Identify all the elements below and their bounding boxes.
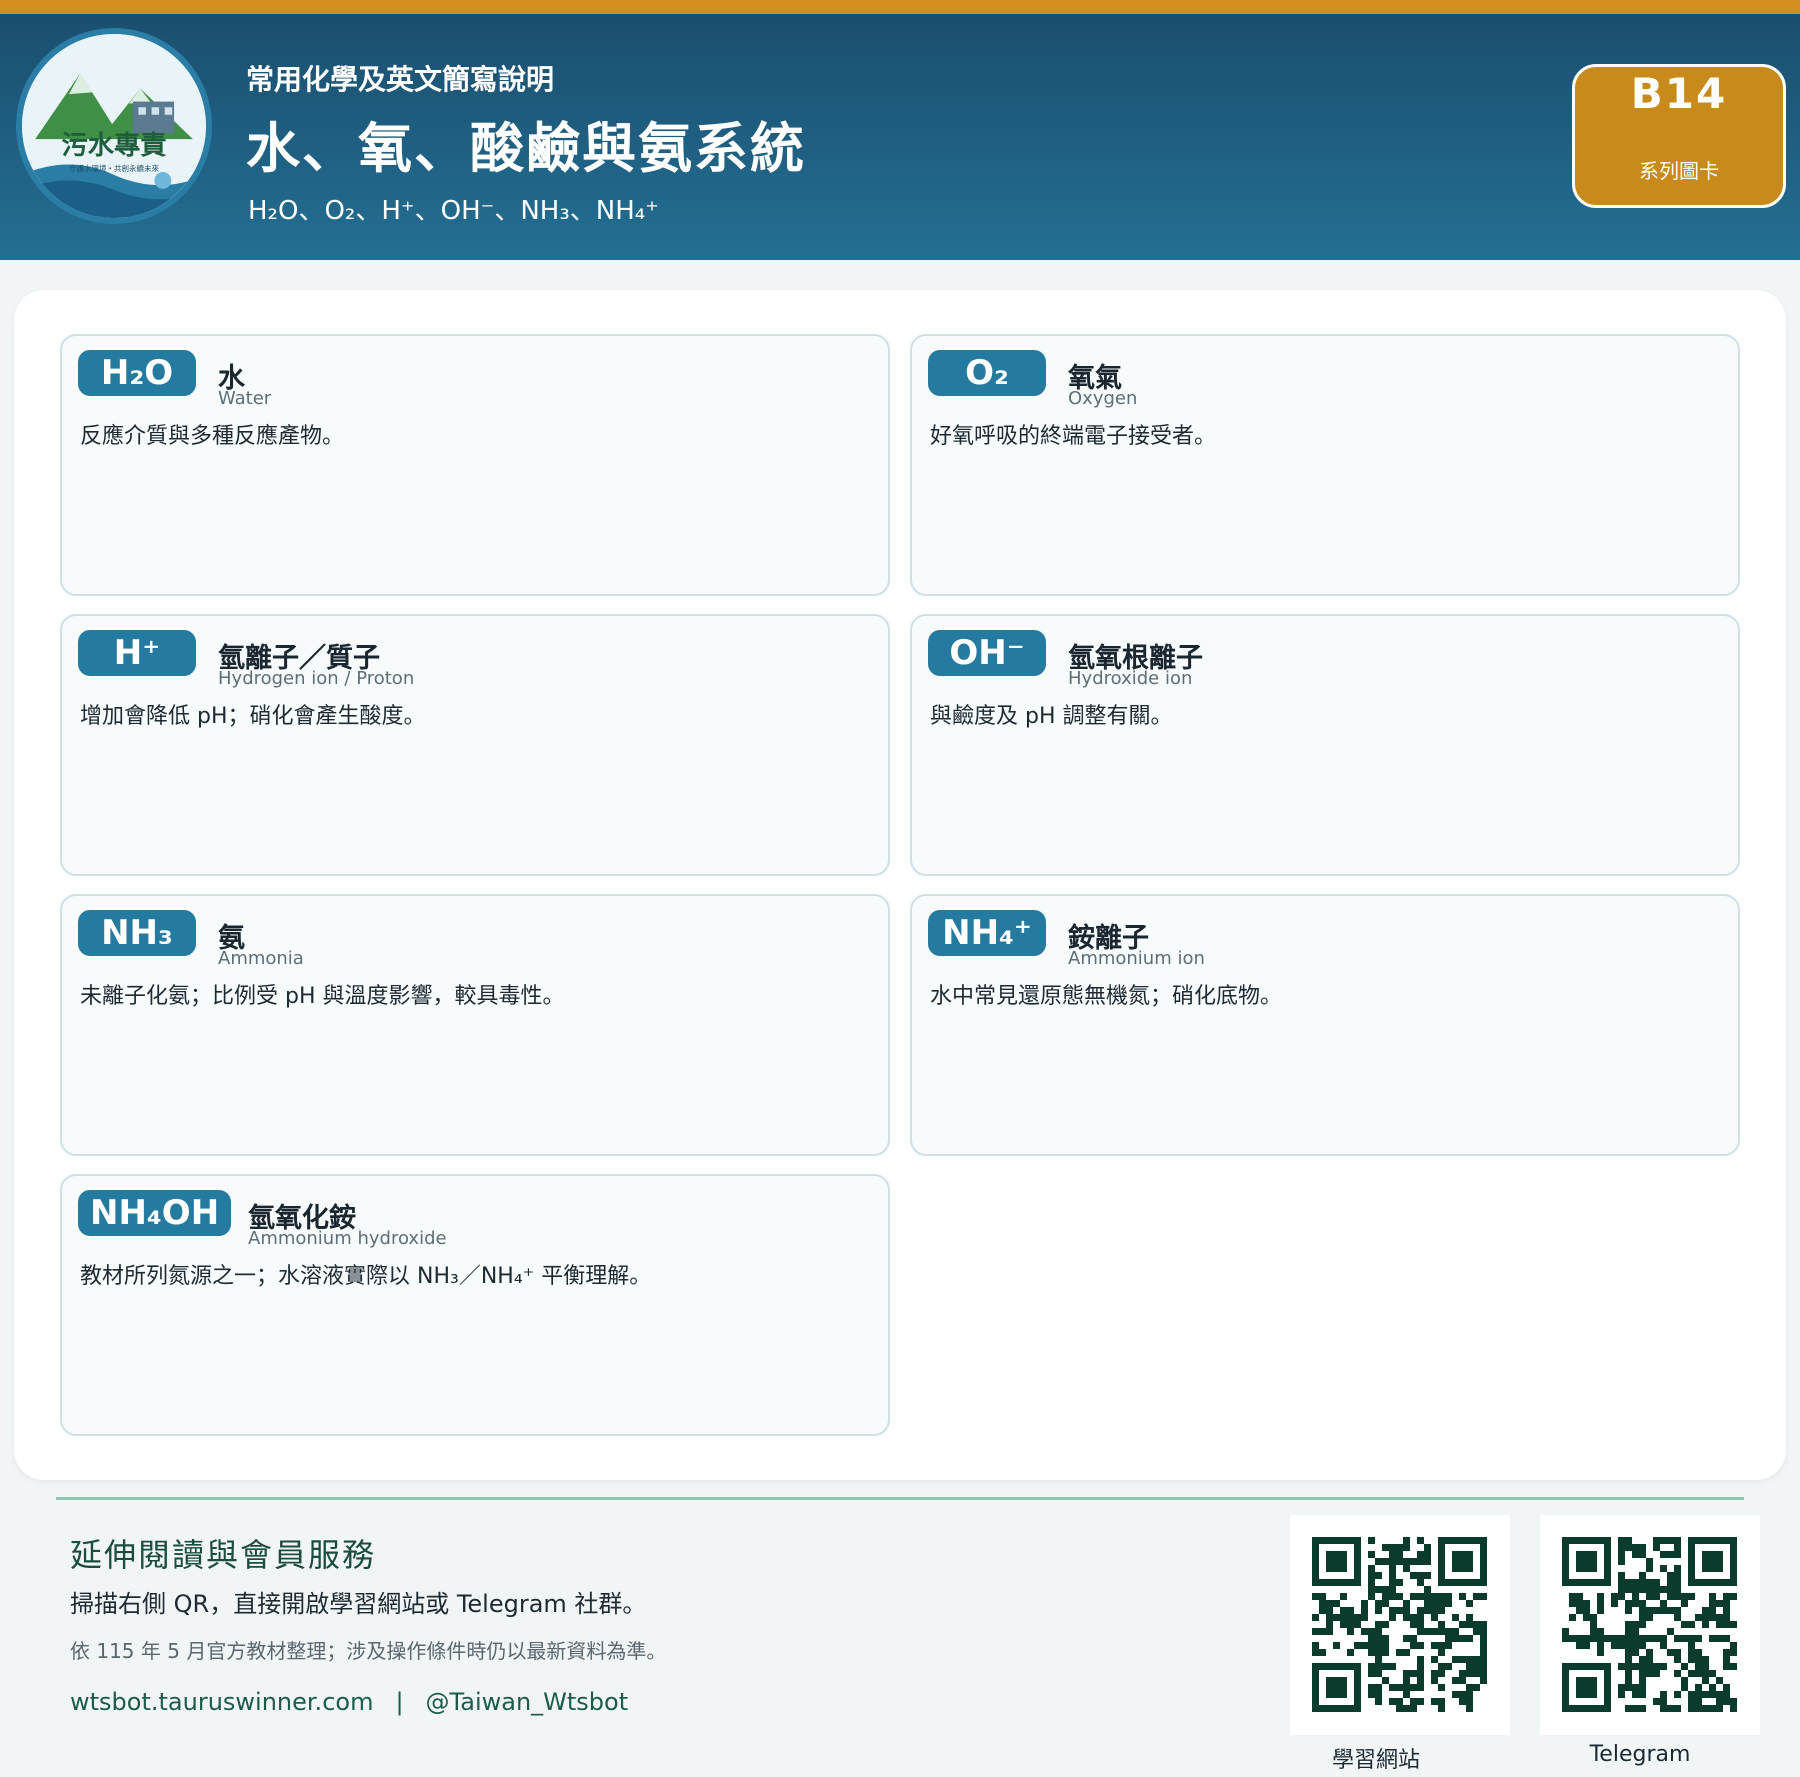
logo-text: 污水專責 xyxy=(61,131,166,161)
card-en-name: Hydroxide ion xyxy=(1068,668,1193,689)
page-title: 水、氧、酸鹼與氨系統 xyxy=(246,117,806,180)
card-description: 未離子化氨；比例受 pH 與溫度影響，較具毒性。 xyxy=(80,984,565,1009)
card-h2o: H₂O 水 Water 反應介質與多種反應產物。 xyxy=(60,334,890,596)
footer-divider xyxy=(56,1497,1744,1500)
symbol-pill: NH₄⁺ xyxy=(928,910,1046,956)
card-description: 好氧呼吸的終端電子接受者。 xyxy=(930,424,1217,449)
qr-telegram[interactable] xyxy=(1540,1515,1760,1735)
cards-panel: H₂O 水 Water 反應介質與多種反應產物。 O₂ 氧氣 Oxygen 好氧… xyxy=(14,290,1786,1480)
card-description: 水中常見還原態無機氮；硝化底物。 xyxy=(930,984,1283,1009)
qr-code-icon xyxy=(1312,1537,1487,1712)
card-en-name: Ammonium hydroxide xyxy=(248,1228,447,1249)
qr-caption-website: 學習網站 xyxy=(1331,1748,1420,1773)
card-en-name: Water xyxy=(218,388,272,409)
symbol-pill: H₂O xyxy=(78,350,196,396)
page-subtitle: 常用化學及英文簡寫說明 xyxy=(246,63,555,96)
mountain-water-logo-icon: 污水專責 守護水環境・共創永續未來 xyxy=(22,34,206,218)
symbol-pill: NH₃ xyxy=(78,910,196,956)
card-h-plus: H⁺ 氫離子／質子 Hydrogen ion / Proton 增加會降低 pH… xyxy=(60,614,890,876)
footer-instruction: 掃描右側 QR，直接開啟學習網站或 Telegram 社群。 xyxy=(70,1590,647,1618)
formula-line: H₂O、O₂、H⁺、OH⁻、NH₃、NH₄⁺ xyxy=(248,196,659,226)
qr-caption-telegram: Telegram xyxy=(1589,1742,1691,1767)
footer-note: 依 115 年 5 月官方教材整理；涉及操作條件時仍以最新資料為準。 xyxy=(70,1639,667,1663)
footer-links: wtsbot.tauruswinner.com | @Taiwan_Wtsbot xyxy=(70,1688,628,1716)
logo: 污水專責 守護水環境・共創永續未來 xyxy=(16,28,212,224)
symbol-pill: NH₄OH xyxy=(78,1190,232,1236)
card-en-name: Hydrogen ion / Proton xyxy=(218,668,415,689)
card-oh-minus: OH⁻ 氫氧根離子 Hydroxide ion 與鹼度及 pH 調整有關。 xyxy=(910,614,1740,876)
card-o2: O₂ 氧氣 Oxygen 好氧呼吸的終端電子接受者。 xyxy=(910,334,1740,596)
qr-code-icon xyxy=(1562,1537,1737,1712)
website-link[interactable]: wtsbot.tauruswinner.com xyxy=(70,1688,373,1716)
header: 污水專責 守護水環境・共創永續未來 常用化學及英文簡寫說明 水、氧、酸鹼與氨系統… xyxy=(0,14,1800,260)
card-description: 反應介質與多種反應產物。 xyxy=(80,424,345,449)
badge-label: 系列圖卡 xyxy=(1639,159,1719,183)
qr-website[interactable] xyxy=(1290,1515,1510,1735)
card-en-name: Oxygen xyxy=(1068,388,1138,409)
card-description: 與鹼度及 pH 調整有關。 xyxy=(930,704,1173,729)
footer-title: 延伸閱讀與會員服務 xyxy=(70,1536,377,1574)
top-accent-bar xyxy=(0,0,1800,14)
series-badge: B14 系列圖卡 xyxy=(1572,64,1786,208)
card-description: 教材所列氮源之一；水溶液實際以 NH₃／NH₄⁺ 平衡理解。 xyxy=(80,1264,652,1289)
symbol-pill: OH⁻ xyxy=(928,630,1046,676)
card-en-name: Ammonia xyxy=(218,948,304,969)
card-description: 增加會降低 pH；硝化會產生酸度。 xyxy=(80,704,426,729)
telegram-link[interactable]: @Taiwan_Wtsbot xyxy=(426,1688,629,1716)
card-nh3: NH₃ 氨 Ammonia 未離子化氨；比例受 pH 與溫度影響，較具毒性。 xyxy=(60,894,890,1156)
card-en-name: Ammonium ion xyxy=(1068,948,1205,969)
link-separator: | xyxy=(395,1688,404,1716)
symbol-pill: H⁺ xyxy=(78,630,196,676)
logo-tagline: 守護水環境・共創永續未來 xyxy=(69,163,159,173)
card-nh4-plus: NH₄⁺ 銨離子 Ammonium ion 水中常見還原態無機氮；硝化底物。 xyxy=(910,894,1740,1156)
badge-code: B14 xyxy=(1630,69,1728,118)
symbol-pill: O₂ xyxy=(928,350,1046,396)
card-nh4oh: NH₄OH 氫氧化銨 Ammonium hydroxide 教材所列氮源之一；水… xyxy=(60,1174,890,1436)
